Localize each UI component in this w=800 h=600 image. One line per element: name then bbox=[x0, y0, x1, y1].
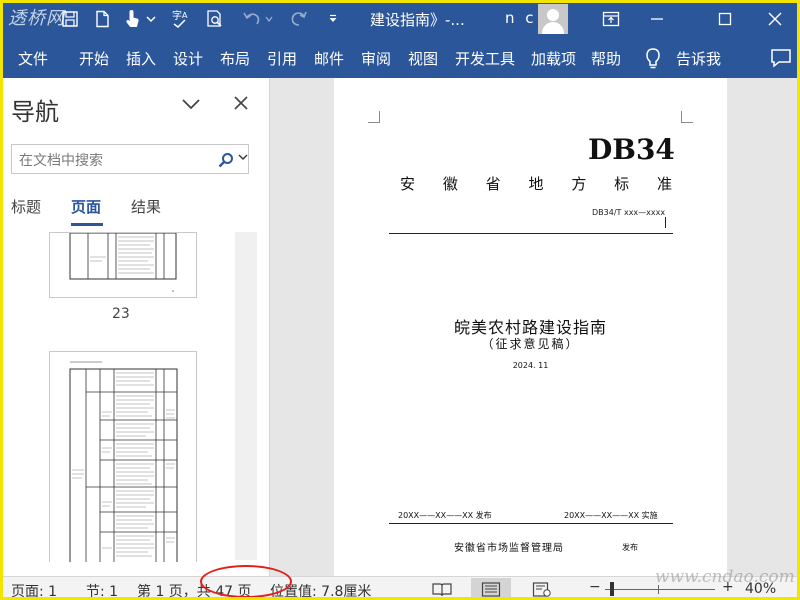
document-page[interactable]: DB34 安 徽 省 地 方 标 准 DB34/T xxx—xxxx 皖美农村路… bbox=[334, 78, 727, 576]
print-preview-icon[interactable] bbox=[203, 7, 227, 31]
crop-mark bbox=[681, 111, 693, 123]
avatar[interactable] bbox=[538, 4, 568, 34]
standard-name-char: 徽 bbox=[442, 175, 458, 193]
ribbon-tabs: 文件 开始 插入 设计 布局 引用 邮件 审阅 视图 开发工具 加载项 帮助 告… bbox=[0, 38, 800, 78]
search-icon[interactable] bbox=[217, 151, 235, 169]
page-number-label: 23 bbox=[112, 306, 130, 322]
document-area[interactable]: DB34 安 徽 省 地 方 标 准 DB34/T xxx—xxxx 皖美农村路… bbox=[271, 78, 800, 576]
standard-code: DB34 bbox=[588, 133, 675, 166]
tab-developer[interactable]: 开发工具 bbox=[455, 48, 515, 69]
chevron-down-icon[interactable] bbox=[180, 96, 202, 112]
document-date: 2024. 11 bbox=[512, 361, 549, 370]
svg-text:字: 字 bbox=[172, 9, 182, 22]
navigation-pane: 导航 在文档中搜索 标题 页面 结果 23 bbox=[0, 78, 270, 576]
title-bar: 透桥网 字A 建设指南》-... n c bbox=[0, 0, 800, 38]
standard-name-char: 地 bbox=[528, 175, 544, 193]
standard-name-char: 准 bbox=[656, 175, 672, 193]
nav-tab-pages[interactable]: 页面 bbox=[71, 196, 101, 217]
standard-name-char: 标 bbox=[614, 175, 630, 193]
customize-qat-icon[interactable] bbox=[324, 7, 342, 31]
header-rule bbox=[389, 233, 673, 234]
site-logo: 透桥网 bbox=[8, 8, 65, 29]
user-name[interactable]: n c bbox=[505, 9, 537, 27]
save-icon[interactable] bbox=[58, 7, 82, 31]
undo-dropdown-icon[interactable] bbox=[262, 7, 276, 31]
tab-mailings[interactable]: 邮件 bbox=[314, 48, 344, 69]
zoom-slider[interactable] bbox=[605, 589, 715, 590]
svg-text:A: A bbox=[182, 11, 188, 20]
publish-date: 20XX——XX——XX 发布 bbox=[398, 511, 492, 520]
nav-tab-headings[interactable]: 标题 bbox=[11, 196, 41, 217]
zoom-out-button[interactable]: − bbox=[589, 579, 601, 595]
status-page[interactable]: 页面: 1 bbox=[11, 581, 57, 600]
nav-tab-results[interactable]: 结果 bbox=[131, 196, 161, 217]
tab-home[interactable]: 开始 bbox=[79, 48, 109, 69]
page-thumbnails: 23 bbox=[0, 232, 256, 562]
zoom-slider-handle[interactable] bbox=[610, 582, 614, 596]
web-layout-icon[interactable] bbox=[532, 582, 552, 597]
document-title: 建设指南》-... bbox=[370, 11, 465, 29]
standard-name-char: 省 bbox=[485, 175, 501, 193]
tab-layout[interactable]: 布局 bbox=[220, 48, 250, 69]
thumbnail-scrollbar[interactable] bbox=[235, 232, 257, 560]
spelling-icon[interactable]: 字A bbox=[170, 7, 194, 31]
comments-icon[interactable] bbox=[770, 48, 792, 68]
crop-mark bbox=[368, 111, 380, 123]
print-layout-icon[interactable] bbox=[481, 582, 501, 597]
page-thumbnail[interactable] bbox=[49, 351, 197, 562]
document-subtitle: （征求意见稿） bbox=[481, 337, 580, 351]
tab-review[interactable]: 审阅 bbox=[361, 48, 391, 69]
status-section[interactable]: 节: 1 bbox=[86, 581, 118, 600]
tab-file[interactable]: 文件 bbox=[18, 48, 48, 69]
minimize-icon[interactable] bbox=[634, 0, 680, 38]
search-options-icon[interactable] bbox=[238, 151, 248, 164]
active-tab-indicator bbox=[71, 223, 103, 226]
page-thumbnail[interactable] bbox=[49, 232, 197, 298]
ribbon-display-options-icon[interactable] bbox=[588, 0, 634, 38]
tab-view[interactable]: 视图 bbox=[408, 48, 438, 69]
tab-insert[interactable]: 插入 bbox=[126, 48, 156, 69]
tell-me-search[interactable]: 告诉我 bbox=[676, 48, 721, 69]
close-window-icon[interactable] bbox=[752, 0, 798, 38]
new-document-icon[interactable] bbox=[90, 7, 114, 31]
standard-name-char: 安 bbox=[400, 175, 416, 193]
undo-icon[interactable] bbox=[240, 7, 264, 31]
standard-number: DB34/T xxx—xxxx bbox=[592, 208, 666, 217]
watermark: www.cndao.com bbox=[655, 567, 795, 587]
search-placeholder: 在文档中搜索 bbox=[19, 153, 103, 169]
navigation-title: 导航 bbox=[11, 98, 59, 126]
read-mode-icon[interactable] bbox=[432, 582, 452, 597]
customize-chevron-icon[interactable] bbox=[143, 7, 159, 31]
annotation-circle bbox=[200, 565, 292, 598]
tab-design[interactable]: 设计 bbox=[173, 48, 203, 69]
implement-date: 20XX——XX——XX 实施 bbox=[564, 511, 658, 520]
lightbulb-icon[interactable] bbox=[643, 47, 663, 71]
tab-addins[interactable]: 加载项 bbox=[531, 48, 576, 69]
redo-icon[interactable] bbox=[287, 7, 311, 31]
close-icon[interactable] bbox=[233, 95, 249, 116]
tab-help[interactable]: 帮助 bbox=[591, 48, 621, 69]
standard-name-char: 方 bbox=[571, 175, 587, 193]
issuer: 安徽省市场监督管理局 bbox=[454, 543, 564, 554]
issuer-suffix: 发布 bbox=[622, 543, 638, 552]
text-cursor bbox=[665, 217, 666, 228]
footer-rule bbox=[389, 523, 673, 524]
tab-references[interactable]: 引用 bbox=[267, 48, 297, 69]
maximize-icon[interactable] bbox=[702, 0, 748, 38]
standard-name: 安 徽 省 地 方 标 准 bbox=[400, 173, 672, 194]
touch-mode-icon[interactable] bbox=[120, 7, 144, 31]
search-input[interactable]: 在文档中搜索 bbox=[11, 144, 249, 174]
